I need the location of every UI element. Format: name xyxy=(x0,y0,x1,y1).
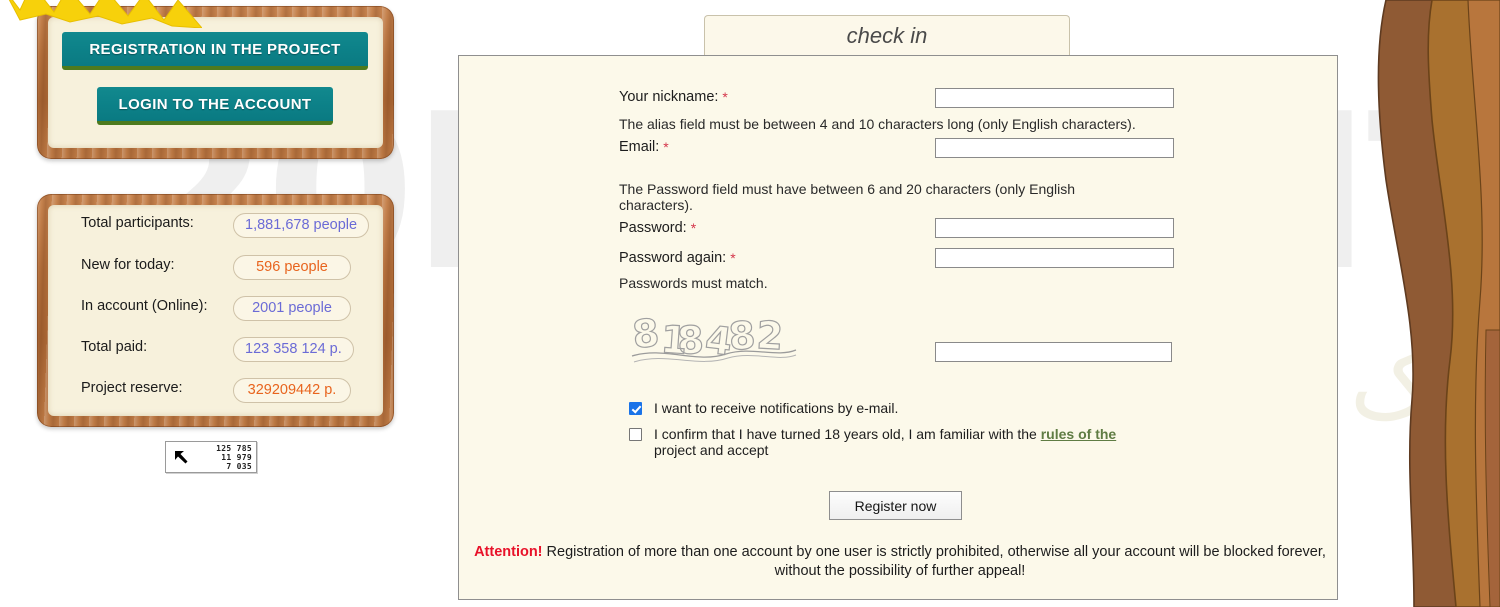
password-again-required-marker: * xyxy=(730,250,736,266)
nickname-label-row: Your nickname: * xyxy=(619,89,728,105)
visitor-counter-numbers: 125 785 11 979 7 035 xyxy=(196,444,256,471)
counter-line-2: 11 979 xyxy=(221,452,252,462)
stat-value-new-today: 596 people xyxy=(233,255,351,280)
password-label: Password: xyxy=(619,220,687,236)
nickname-input[interactable] xyxy=(935,88,1174,108)
password-input[interactable] xyxy=(935,218,1174,238)
attention-text: Registration of more than one account by… xyxy=(542,544,1326,579)
login-to-account-button[interactable]: LOGIN TO THE ACCOUNT xyxy=(97,87,333,125)
register-in-project-label: REGISTRATION IN THE PROJECT xyxy=(89,40,341,58)
email-input[interactable] xyxy=(935,138,1174,158)
rules-of-project-link[interactable]: rules of the xyxy=(1041,426,1116,442)
email-label: Email: xyxy=(619,139,660,155)
stat-label-in-account-online: In account (Online): xyxy=(81,298,208,314)
email-required-marker: * xyxy=(663,139,669,155)
tab-check-in[interactable]: check in xyxy=(704,15,1070,55)
notifications-checkbox[interactable] xyxy=(629,402,642,415)
nickname-required-marker: * xyxy=(722,89,728,105)
register-in-project-button[interactable]: REGISTRATION IN THE PROJECT xyxy=(62,32,368,70)
email-label-row: Email: * xyxy=(619,139,669,155)
stat-row-new-today: New for today: 596 people xyxy=(48,255,383,287)
counter-line-1: 125 785 xyxy=(216,443,252,453)
stat-label-total-participants: Total participants: xyxy=(81,215,194,231)
stats-panel: Total participants: 1,881,678 people New… xyxy=(37,194,394,427)
password-again-input[interactable] xyxy=(935,248,1174,268)
captcha-image: 8 1 8 4 8 2 xyxy=(630,310,797,365)
stat-label-new-today: New for today: xyxy=(81,257,175,273)
nickname-hint: The alias field must be between 4 and 10… xyxy=(619,116,1136,132)
tab-check-in-label: check in xyxy=(846,22,928,48)
age-confirm-checkbox[interactable] xyxy=(629,428,642,441)
stat-row-total-participants: Total participants: 1,881,678 people xyxy=(48,213,383,245)
password-match-hint: Passwords must match. xyxy=(619,275,768,291)
age-confirm-checkbox-row[interactable]: I confirm that I have turned 18 years ol… xyxy=(629,426,1169,458)
password-again-label-row: Password again: * xyxy=(619,250,736,266)
login-to-account-label: LOGIN TO THE ACCOUNT xyxy=(118,95,312,113)
stat-label-total-paid: Total paid: xyxy=(81,339,148,355)
captcha-input[interactable] xyxy=(935,342,1172,362)
notifications-checkbox-label: I want to receive notifications by e-mai… xyxy=(654,400,899,416)
age-confirm-checkbox-label: I confirm that I have turned 18 years ol… xyxy=(654,426,1154,458)
attention-notice: Attention! Registration of more than one… xyxy=(470,543,1330,581)
stat-row-project-reserve: Project reserve: 329209442 p. xyxy=(48,378,383,410)
password-again-label: Password again: xyxy=(619,250,727,266)
notifications-checkbox-row[interactable]: I want to receive notifications by e-mai… xyxy=(629,400,898,416)
counter-line-3: 7 035 xyxy=(226,461,252,471)
nickname-label: Your nickname: xyxy=(619,89,719,105)
attention-bold-label: Attention! xyxy=(474,544,543,560)
stat-value-total-participants: 1,881,678 people xyxy=(233,213,370,238)
stat-value-project-reserve: 329209442 p. xyxy=(233,378,351,403)
auth-panel: REGISTRATION IN THE PROJECT LOGIN TO THE… xyxy=(37,6,394,159)
age-confirm-text-after: project and accept xyxy=(654,442,769,458)
stat-row-total-paid: Total paid: 123 358 124 p. xyxy=(48,337,383,369)
stat-value-in-account-online: 2001 people xyxy=(233,296,351,321)
password-label-row: Password: * xyxy=(619,220,696,236)
stat-label-project-reserve: Project reserve: xyxy=(81,380,183,396)
stat-value-total-paid: 123 358 124 p. xyxy=(233,337,354,362)
left-sidebar: REGISTRATION IN THE PROJECT LOGIN TO THE… xyxy=(0,0,420,607)
stat-row-in-account-online: In account (Online): 2001 people xyxy=(48,296,383,328)
svg-text:8: 8 xyxy=(630,310,661,357)
arrow-up-left-icon xyxy=(166,442,196,472)
password-required-marker: * xyxy=(690,220,697,236)
tree-illustration xyxy=(1377,0,1500,607)
age-confirm-text-before: I confirm that I have turned 18 years ol… xyxy=(654,426,1041,442)
visitor-counter-widget[interactable]: 125 785 11 979 7 035 xyxy=(165,441,257,473)
register-now-button[interactable]: Register now xyxy=(829,491,962,520)
password-hint: The Password field must have between 6 a… xyxy=(619,181,1076,213)
